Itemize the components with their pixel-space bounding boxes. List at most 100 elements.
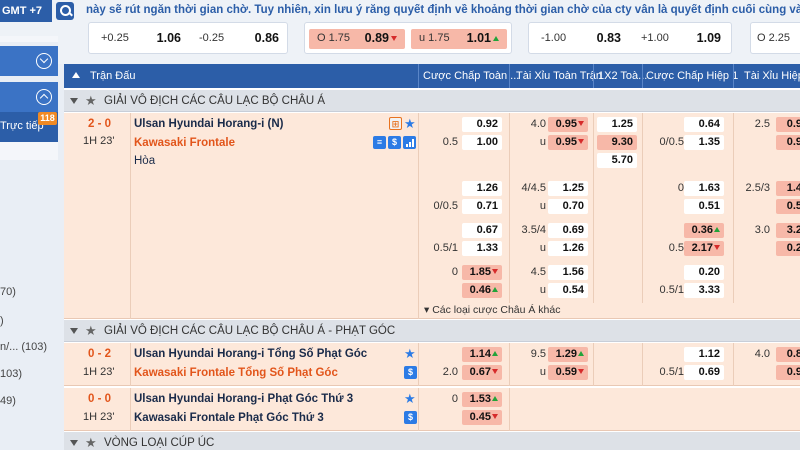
search-icon[interactable] <box>56 2 74 20</box>
odds-cell[interactable]: 1.26 <box>462 181 502 196</box>
sidebar-item-count[interactable]: n/... (103) <box>0 341 47 353</box>
collapse-icon[interactable] <box>70 328 78 334</box>
odds-cell[interactable]: 5.70 <box>597 153 637 168</box>
odds-cell[interactable]: 1.12 <box>684 347 724 362</box>
home-team[interactable]: Ulsan Hyundai Horang-i Phạt Góc Thứ 3 <box>134 393 353 405</box>
odds-cell[interactable]: 0.69 <box>548 223 588 238</box>
odds-cell[interactable]: 0.69 <box>684 365 724 380</box>
odds-value: 1.26 <box>476 182 498 194</box>
dollar-icon[interactable]: $ <box>404 411 417 424</box>
star-icon[interactable]: ★ <box>85 435 97 450</box>
league-header[interactable]: ★ GIẢI VÔ ĐỊCH CÁC CÂU LẠC BỘ CHÂU Á <box>64 90 800 112</box>
odds-cell[interactable]: 9.30 <box>597 135 637 150</box>
featured-odds-cell[interactable]: -0.25 0.86 <box>191 29 287 49</box>
odds-cell[interactable]: 0.67 <box>462 223 502 238</box>
odds-cell[interactable]: 0.5 <box>776 199 800 214</box>
chevron-down-icon[interactable] <box>36 53 52 69</box>
league-header[interactable]: ★ GIẢI VÔ ĐỊCH CÁC CÂU LẠC BỘ CHÂU Á - P… <box>64 320 800 342</box>
odds-cell[interactable]: 0.2 <box>776 241 800 256</box>
star-icon[interactable]: ★ <box>404 347 418 360</box>
odds-cell[interactable]: 0.9 <box>776 365 800 380</box>
col-header-ou-firsthalf[interactable]: Tài Xỉu Hiệp 1 <box>744 70 800 82</box>
star-icon[interactable]: ★ <box>404 117 418 130</box>
odds-cell[interactable]: 0.64 <box>684 117 724 132</box>
featured-odds-cell[interactable]: +0.25 1.06 <box>93 29 189 49</box>
odds-cell[interactable]: 0.71 <box>462 199 502 214</box>
timeline-icon[interactable]: ≡ <box>373 136 386 149</box>
col-header-1x2[interactable]: 1X2 Toà... <box>598 70 647 82</box>
sort-up-icon[interactable] <box>72 72 80 78</box>
odds-cell[interactable]: 0.95 <box>548 117 588 132</box>
odds-cell[interactable]: 0.92 <box>462 117 502 132</box>
odds-cell[interactable]: 3.2 <box>776 223 800 238</box>
away-team[interactable]: Kawasaki Frontale Phạt Góc Thứ 3 <box>134 412 324 424</box>
odds-cell[interactable]: 0.20 <box>684 265 724 280</box>
sidebar-item-count[interactable]: ) <box>0 315 4 327</box>
odds-cell[interactable]: 0.70 <box>548 199 588 214</box>
dollar-icon[interactable]: $ <box>404 366 417 379</box>
odds-cell[interactable]: 0.9 <box>776 117 800 132</box>
odds-cell[interactable]: 1.25 <box>597 117 637 132</box>
sidebar-panel-collapsed[interactable] <box>0 46 58 76</box>
match-row: 0 - 0 1H 23' Ulsan Hyundai Horang-i Phạt… <box>64 388 800 431</box>
odds-cell[interactable]: 0.51 <box>684 199 724 214</box>
star-icon[interactable]: ★ <box>404 392 418 405</box>
featured-odds-cell[interactable]: O 2.25 <box>755 29 800 49</box>
col-header-match[interactable]: Trận Đấu <box>90 70 135 82</box>
odds-cell[interactable]: 1.14 <box>462 347 502 362</box>
odds-cell[interactable]: 1.29 <box>548 347 588 362</box>
odds-cell[interactable]: 0.95 <box>548 135 588 150</box>
odds-cell[interactable]: 0.36 <box>684 223 724 238</box>
dollar-icon[interactable]: $ <box>388 136 401 149</box>
col-header-ou-fulltime[interactable]: Tài Xỉu Toàn Trận <box>516 70 602 82</box>
star-icon[interactable]: ★ <box>85 93 97 109</box>
odds-cell[interactable]: 0.8 <box>776 347 800 362</box>
odds-cell[interactable]: 1.00 <box>462 135 502 150</box>
handicap-line: 0.5 <box>442 136 458 148</box>
odds-cell[interactable]: 0.54 <box>548 283 588 298</box>
more-bets-link[interactable]: ▾ Các loại cược Châu Á khác <box>424 304 561 316</box>
odds-cell[interactable]: 0.59 <box>548 365 588 380</box>
sidebar-item-count[interactable]: 49) <box>0 395 16 407</box>
odds-cell[interactable]: 1.53 <box>462 392 502 407</box>
odds-cell[interactable]: 0.46 <box>462 283 502 298</box>
star-icon[interactable]: ★ <box>85 323 97 339</box>
odds-cell[interactable]: 1.85 <box>462 265 502 280</box>
col-header-ah-fulltime[interactable]: Cược Chấp Toàn ... <box>423 70 519 82</box>
sidebar-item-count[interactable]: 70) <box>0 286 16 298</box>
sidebar-item-count[interactable]: 103) <box>0 368 22 380</box>
odds-cell[interactable]: 1.56 <box>548 265 588 280</box>
sidebar-panel-expanded[interactable] <box>0 82 58 112</box>
odds-cell[interactable]: 0.67 <box>462 365 502 380</box>
sidebar-item-live[interactable]: Trực tiếp 118 <box>0 112 58 142</box>
featured-odds-cell[interactable]: +1.00 1.09 <box>633 29 729 49</box>
stats-icon[interactable] <box>403 136 416 149</box>
featured-odds-card: O 2.25 <box>750 22 800 54</box>
odds-cell[interactable]: 1.63 <box>684 181 724 196</box>
odds-cell[interactable]: 1.35 <box>684 135 724 150</box>
featured-odds-cell[interactable]: O 1.75 0.89 <box>309 29 405 49</box>
odds-cell[interactable]: 1.33 <box>462 241 502 256</box>
field-icon[interactable]: ⊞ <box>389 117 402 130</box>
col-header-ah-firsthalf[interactable]: Cược Chấp Hiệp 1 <box>646 70 738 82</box>
trend-up-icon <box>493 36 499 41</box>
home-team[interactable]: Ulsan Hyundai Horang-i Tổng Số Phạt Góc <box>134 348 367 360</box>
featured-odds-cell[interactable]: u 1.75 1.01 <box>411 29 507 49</box>
odds-cell[interactable]: 0.45 <box>462 410 502 425</box>
league-header[interactable]: ★ VÒNG LOẠI CÚP ÚC <box>64 432 800 450</box>
collapse-icon[interactable] <box>70 440 78 446</box>
away-team[interactable]: Kawasaki Frontale <box>134 137 235 149</box>
odds-cell[interactable]: 1.26 <box>548 241 588 256</box>
timezone-label[interactable]: GMT +7 <box>0 0 52 22</box>
featured-odds-cell[interactable]: -1.00 0.83 <box>533 29 629 49</box>
trend-up-icon <box>492 287 498 292</box>
odds-cell[interactable]: 3.33 <box>684 283 724 298</box>
collapse-icon[interactable] <box>70 98 78 104</box>
odds-cell[interactable]: 1.25 <box>548 181 588 196</box>
odds-cell[interactable]: 0.9 <box>776 135 800 150</box>
home-team[interactable]: Ulsan Hyundai Horang-i (N) <box>134 118 284 130</box>
odds-cell[interactable]: 2.17 <box>684 241 724 256</box>
chevron-up-icon[interactable] <box>36 89 52 105</box>
odds-cell[interactable]: 1.4 <box>776 181 800 196</box>
away-team[interactable]: Kawasaki Frontale Tổng Số Phạt Góc <box>134 367 338 379</box>
